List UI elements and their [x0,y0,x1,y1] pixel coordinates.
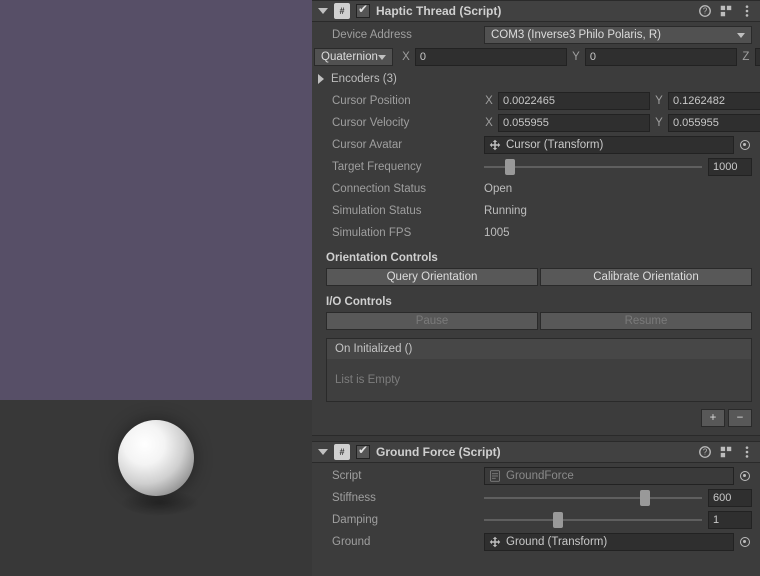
transform-icon [489,139,501,151]
damping-value[interactable] [708,511,752,529]
object-picker-button[interactable] [738,535,752,549]
resume-button[interactable]: Resume [540,312,752,330]
event-empty-text: List is Empty [327,359,751,401]
menu-icon[interactable] [740,4,754,18]
curpos-y-input[interactable] [668,92,760,110]
foldout-icon[interactable] [318,449,328,455]
device-address-label: Device Address [332,29,480,41]
device-address-dropdown[interactable]: COM3 (Inverse3 Philo Polaris, R) [484,26,752,44]
calibrate-orientation-button[interactable]: Calibrate Orientation [540,268,752,286]
encoders-label: Encoders (3) [331,73,397,85]
stiffness-label: Stiffness [332,492,480,504]
target-frequency-value[interactable] [708,158,752,176]
orientation-controls-label: Orientation Controls [326,252,752,264]
inspector-panel: # Haptic Thread (Script) ? Device Addres… [312,0,760,576]
connection-status-label: Connection Status [332,183,480,195]
chevron-down-icon [378,55,386,60]
chevron-down-icon [737,33,745,38]
pause-button[interactable]: Pause [326,312,538,330]
viewport-background [0,0,312,400]
ground-value: Ground (Transform) [506,536,607,548]
presets-icon[interactable] [719,445,733,459]
haptic-body: Device Address COM3 (Inverse3 Philo Pola… [312,22,760,435]
quaternion-dropdown[interactable]: Quaternion [314,48,393,66]
quaternion-label: Quaternion [321,51,378,63]
axis-z-label: Z [741,51,751,63]
axis-y-label: Y [654,95,664,107]
on-initialized-event: On Initialized () List is Empty [326,338,752,402]
curvel-x-input[interactable] [498,114,650,132]
object-picker-button[interactable] [738,469,752,483]
component-title: Haptic Thread (Script) [376,4,692,18]
cursor-avatar-label: Cursor Avatar [332,139,480,151]
axis-y-label: Y [571,51,581,63]
script-field: GroundForce [484,467,734,485]
axis-y-label: Y [654,117,664,129]
ground-enabled-checkbox[interactable] [356,445,370,459]
axis-x-label: X [484,95,494,107]
script-asset-icon [489,470,501,482]
quat-x-input[interactable] [415,48,567,66]
ground-field[interactable]: Ground (Transform) [484,533,734,551]
event-header: On Initialized () [327,339,751,359]
axis-x-label: X [484,117,494,129]
curvel-y-input[interactable] [668,114,760,132]
transform-icon [489,536,501,548]
cursor-velocity-label: Cursor Velocity [332,117,480,129]
io-controls-label: I/O Controls [326,296,752,308]
damping-slider[interactable] [484,513,702,527]
foldout-icon[interactable] [318,8,328,14]
script-label: Script [332,470,480,482]
script-value: GroundForce [506,470,574,482]
simulation-fps-value: 1005 [484,227,510,239]
scene-viewport [0,0,312,576]
cursor-avatar-field[interactable]: Cursor (Transform) [484,136,734,154]
help-icon[interactable]: ? [698,445,712,459]
presets-icon[interactable] [719,4,733,18]
damping-label: Damping [332,514,480,526]
simulation-status-label: Simulation Status [332,205,480,217]
curpos-x-input[interactable] [498,92,650,110]
device-address-value: COM3 (Inverse3 Philo Polaris, R) [491,29,661,41]
scene-sphere [118,420,194,496]
script-icon: # [334,444,350,460]
simulation-fps-label: Simulation FPS [332,227,480,239]
menu-icon[interactable] [740,445,754,459]
haptic-enabled-checkbox[interactable] [356,4,370,18]
target-frequency-slider[interactable] [484,160,702,174]
svg-text:?: ? [703,448,708,457]
simulation-status-value: Running [484,205,527,217]
cursor-position-label: Cursor Position [332,95,480,107]
axis-x-label: X [401,51,411,63]
stiffness-slider[interactable] [484,491,702,505]
query-orientation-button[interactable]: Query Orientation [326,268,538,286]
haptic-thread-header[interactable]: # Haptic Thread (Script) ? [312,0,760,22]
object-picker-button[interactable] [738,138,752,152]
component-title: Ground Force (Script) [376,445,692,459]
ground-body: Script GroundForce Stiffness Damping Gro… [312,463,760,559]
foldout-right-icon[interactable] [318,74,324,84]
event-add-button[interactable]: + [701,409,725,427]
ground-force-header[interactable]: # Ground Force (Script) ? [312,441,760,463]
script-icon: # [334,3,350,19]
stiffness-value[interactable] [708,489,752,507]
connection-status-value: Open [484,183,512,195]
quat-z-input[interactable] [755,48,760,66]
svg-text:?: ? [703,7,708,16]
quat-y-input[interactable] [585,48,737,66]
cursor-avatar-value: Cursor (Transform) [506,139,603,151]
event-remove-button[interactable]: − [728,409,752,427]
target-frequency-label: Target Frequency [332,161,480,173]
ground-label: Ground [332,536,480,548]
help-icon[interactable]: ? [698,4,712,18]
